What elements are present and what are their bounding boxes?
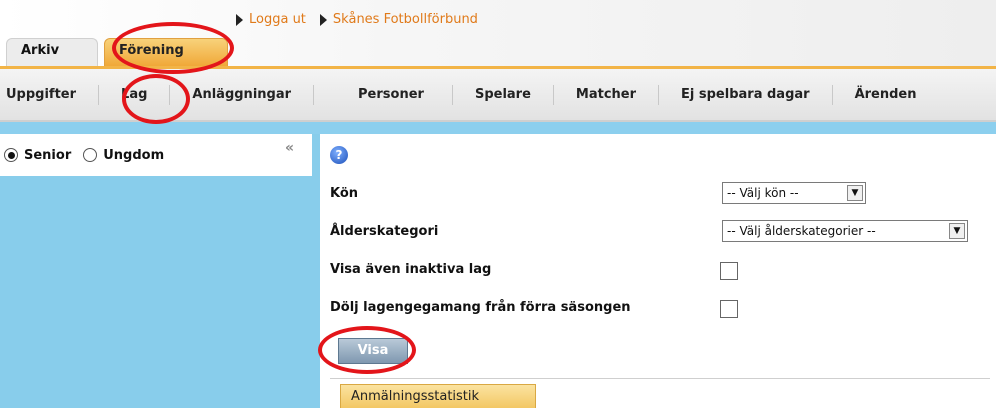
- nav-item-arenden[interactable]: Ärenden: [833, 85, 939, 105]
- nav-item-anlaggningar[interactable]: Anläggningar: [170, 84, 315, 105]
- nav-item-spelare[interactable]: Spelare: [453, 84, 554, 105]
- logout-link[interactable]: Logga ut: [236, 12, 306, 27]
- federation-label: Skånes Fotbollförbund: [332, 12, 478, 27]
- tab-forening[interactable]: Förening: [104, 38, 228, 66]
- inaktiva-checkbox[interactable]: [720, 262, 738, 280]
- logout-label: Logga ut: [249, 12, 306, 27]
- collapse-icon[interactable]: «: [285, 140, 294, 156]
- radio-senior-label: Senior: [24, 147, 72, 163]
- tab-arkiv[interactable]: Arkiv: [6, 38, 98, 66]
- federation-link[interactable]: Skånes Fotbollförbund: [319, 12, 478, 27]
- nav-item-matcher[interactable]: Matcher: [554, 84, 660, 105]
- chevron-down-icon: ▼: [847, 185, 863, 201]
- alderskategori-select-value: -- Välj ålderskategorier --: [727, 224, 876, 238]
- alderskategori-select[interactable]: -- Välj ålderskategorier -- ▼: [722, 220, 968, 242]
- kon-label: Kön: [330, 186, 359, 201]
- radio-ungdom-label: Ungdom: [103, 147, 165, 163]
- nav-item-uppgifter[interactable]: Uppgifter: [0, 84, 100, 105]
- kon-select[interactable]: -- Välj kön -- ▼: [722, 182, 866, 204]
- dolj-checkbox[interactable]: [720, 300, 738, 318]
- chevron-down-icon: ▼: [949, 223, 965, 239]
- age-filter: Senior Ungdom «: [0, 134, 312, 176]
- radio-ungdom[interactable]: [83, 148, 98, 162]
- nav-item-ej-spelbara-dagar[interactable]: Ej spelbara dagar: [659, 84, 833, 105]
- separator-strip: [0, 122, 996, 134]
- panel-divider: [312, 134, 320, 408]
- help-icon[interactable]: ?: [330, 146, 348, 164]
- arrow-right-icon: [319, 13, 327, 26]
- main-nav: Uppgifter Lag Anläggningar Personer Spel…: [0, 66, 996, 122]
- left-panel: Senior Ungdom «: [0, 134, 312, 408]
- radio-senior[interactable]: [4, 148, 18, 162]
- filter-form: ? Kön -- Välj kön -- ▼ Ålderskategori --…: [320, 134, 996, 408]
- nav-item-lag[interactable]: Lag: [99, 84, 171, 105]
- alderskategori-label: Ålderskategori: [330, 224, 439, 239]
- nav-item-personer[interactable]: Personer: [314, 84, 453, 105]
- tab-anmalningsstatistik[interactable]: Anmälningsstatistik: [340, 384, 536, 408]
- top-links: Logga ut Skånes Fotbollförbund: [236, 12, 478, 27]
- tab-arkiv-label: Arkiv: [21, 43, 60, 58]
- visa-button[interactable]: Visa: [338, 338, 408, 364]
- arrow-right-icon: [236, 13, 243, 26]
- inaktiva-label: Visa även inaktiva lag: [330, 262, 492, 277]
- top-bar: Logga ut Skånes Fotbollförbund Arkiv För…: [0, 0, 996, 66]
- tab-forening-label: Förening: [119, 43, 184, 58]
- form-divider: [330, 378, 990, 379]
- kon-select-value: -- Välj kön --: [727, 186, 799, 200]
- dolj-label: Dölj lagengegamang från förra säsongen: [330, 300, 631, 315]
